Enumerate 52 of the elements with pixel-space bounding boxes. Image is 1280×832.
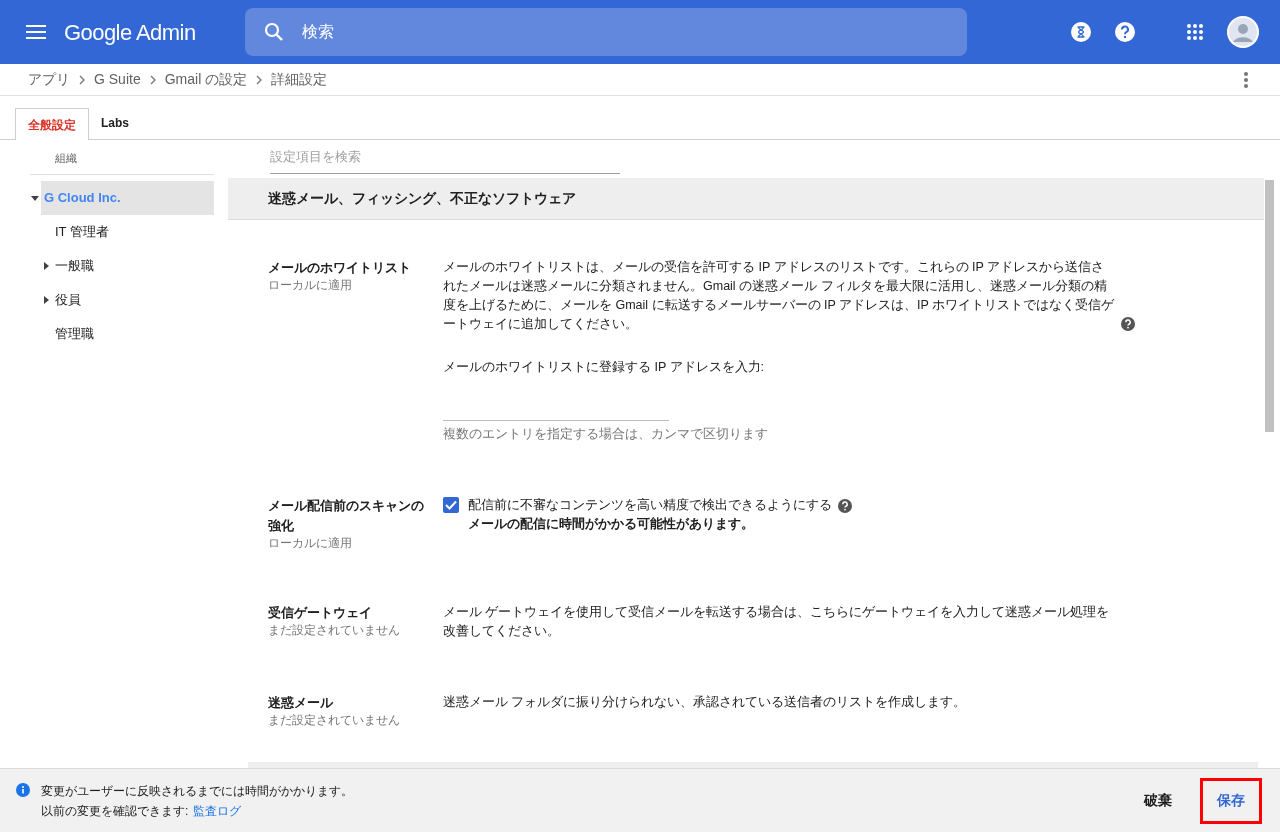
footer-text: 以前の変更を確認できます: bbox=[41, 802, 189, 820]
breadcrumb-link[interactable]: アプリ bbox=[28, 69, 70, 90]
breadcrumb-link[interactable]: Gmail の設定 bbox=[164, 69, 248, 90]
org-unit[interactable]: IT 管理者 bbox=[52, 215, 214, 249]
setting-note: メールの配信に時間がかかる可能性があります。 bbox=[468, 516, 755, 533]
sidebar-heading: 組織 bbox=[54, 151, 78, 166]
chevron-icon bbox=[256, 74, 263, 85]
section-title: 迷惑メール、フィッシング、不正なソフトウェア bbox=[268, 189, 576, 208]
tab[interactable]: Labs bbox=[89, 107, 141, 139]
help-icon[interactable] bbox=[1115, 22, 1135, 42]
setting-description: 迷惑メール フォルダに振り分けられない、承認されている送信者のリストを作成します。 bbox=[443, 694, 968, 711]
caret-down-icon[interactable] bbox=[31, 195, 39, 201]
info-icon bbox=[16, 782, 30, 797]
tab[interactable]: 全般設定 bbox=[15, 108, 89, 140]
setting-scope: まだ設定されていません bbox=[268, 623, 401, 638]
setting-scope: ローカルに適用 bbox=[268, 278, 353, 293]
audit-log-link[interactable]: 監査ログ bbox=[193, 800, 242, 821]
checkbox[interactable] bbox=[443, 497, 459, 513]
org-unit[interactable]: 管理職 bbox=[52, 317, 214, 351]
setting-title: メール配信前のスキャンの強化 bbox=[268, 497, 425, 535]
help-icon[interactable] bbox=[1121, 317, 1135, 331]
search-field[interactable]: 検索 bbox=[245, 8, 967, 56]
more-options-icon[interactable] bbox=[1244, 71, 1248, 88]
scrollbar-thumb[interactable] bbox=[1265, 180, 1274, 432]
hourglass-icon[interactable] bbox=[1071, 22, 1091, 42]
setting-scope: まだ設定されていません bbox=[268, 713, 401, 728]
breadcrumb-link[interactable]: G Suite bbox=[94, 69, 141, 90]
search-icon bbox=[264, 22, 284, 42]
setting-scope: ローカルに適用 bbox=[268, 536, 353, 551]
app-title: Google Admin bbox=[64, 18, 197, 47]
menu-icon[interactable] bbox=[26, 25, 46, 39]
save-button[interactable]: 保存 bbox=[1200, 777, 1262, 824]
breadcrumb-link[interactable]: 詳細設定 bbox=[271, 69, 328, 90]
help-icon[interactable] bbox=[838, 498, 852, 513]
avatar[interactable] bbox=[1227, 16, 1259, 48]
caret-right-icon[interactable] bbox=[43, 296, 49, 304]
input-label: メールのホワイトリストに登録する IP アドレスを入力: bbox=[443, 359, 765, 376]
setting-title: メールのホワイトリスト bbox=[268, 259, 412, 277]
org-unit[interactable]: 役員 bbox=[52, 283, 214, 317]
footer-message: 変更がユーザーに反映されるまでには時間がかかります。 bbox=[41, 782, 353, 800]
input-hint: 複数のエントリを指定する場合は、カンマで区切ります bbox=[443, 426, 769, 443]
checkbox-label: 配信前に不審なコンテンツを高い精度で検出できるようにする bbox=[468, 497, 832, 514]
setting-description: メール ゲートウェイを使用して受信メールを転送する場合は、こちらにゲートウェイを入力して迷惑メール処理を改善してください。 bbox=[443, 604, 1111, 640]
discard-button[interactable]: 破棄 bbox=[1136, 782, 1180, 819]
caret-right-icon[interactable] bbox=[43, 262, 49, 270]
chevron-icon bbox=[79, 74, 85, 85]
org-unit[interactable]: 一般職 bbox=[52, 249, 214, 283]
apps-grid-icon[interactable] bbox=[1187, 24, 1203, 40]
chevron-icon bbox=[149, 74, 156, 85]
setting-title: 迷惑メール bbox=[268, 694, 334, 712]
setting-description: メールのホワイトリストは、メールの受信を許可する IP アドレスのリストです。これらの IP アドレスから送信されたメールは迷惑メールに分類されません。Gmail の迷惑メール フィルタを最大限に活用し、迷惑メール分類の精度を上げるために、メールを Gmail に転送するメールサーバーの IP アドレスは、IP ホワイトリストではなく受信ゲートウェイに追加してください。 bbox=[443, 259, 1115, 333]
setting-title: 受信ゲートウェイ bbox=[268, 604, 373, 622]
